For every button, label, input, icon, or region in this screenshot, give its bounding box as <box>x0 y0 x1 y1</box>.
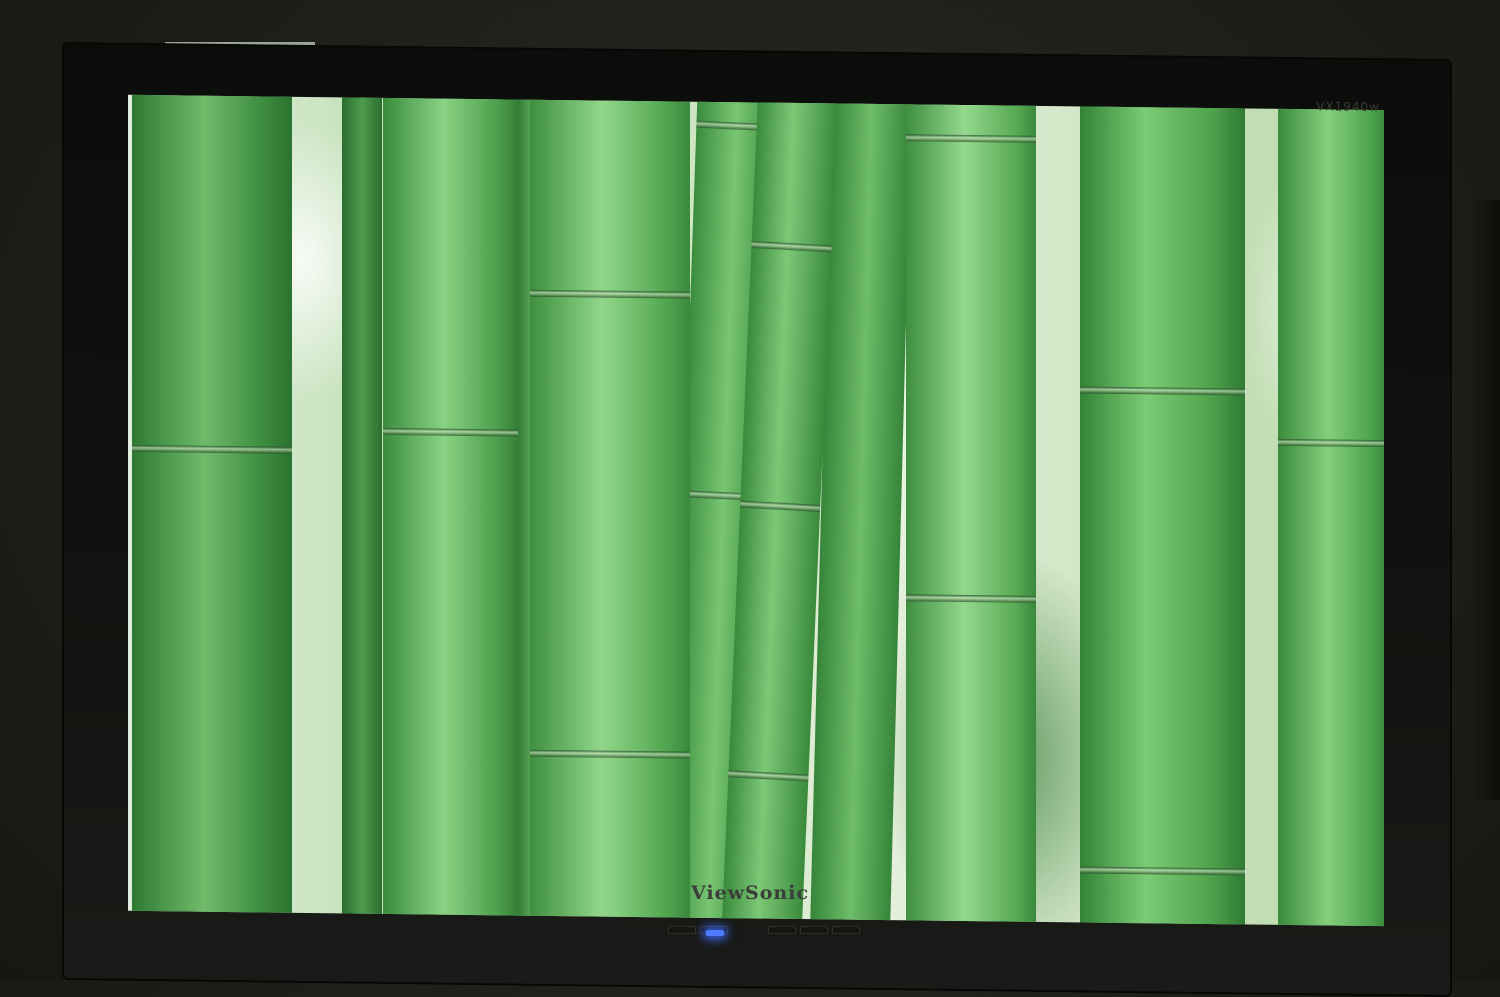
monitor-button[interactable] <box>668 926 696 934</box>
bamboo-culm <box>1080 96 1245 927</box>
brand-logo: ViewSonic <box>690 882 810 904</box>
bamboo-culm <box>132 94 292 923</box>
bamboo-culm <box>383 94 518 926</box>
monitor-button[interactable] <box>800 926 828 934</box>
bamboo-culm <box>906 94 1036 927</box>
monitor: VX1940w <box>62 42 1452 997</box>
monitor-button[interactable] <box>832 926 860 934</box>
monitor-screen <box>128 94 1384 927</box>
bamboo-culm <box>530 94 690 927</box>
model-label: VX1940w <box>1316 99 1380 115</box>
bamboo-culm <box>1278 98 1384 927</box>
wall-edge <box>1470 200 1500 800</box>
bamboo-culm <box>342 94 382 924</box>
monitor-button[interactable] <box>768 926 796 934</box>
power-led-icon[interactable] <box>706 930 724 936</box>
